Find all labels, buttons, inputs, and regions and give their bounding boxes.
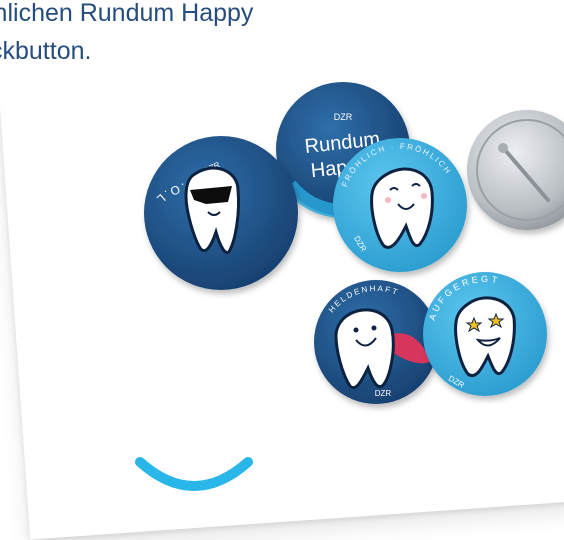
cool-button: C.O.O.L DZR — [144, 136, 298, 290]
tooth-happy-icon — [370, 167, 434, 249]
tooth-hero-icon — [334, 308, 395, 389]
rundum-brand: DZR — [334, 112, 353, 122]
aufgeregt-button: AUFGEREGT DZR — [423, 272, 547, 396]
button-collection: DZR Rundum Happy! C.O.O.L DZR FRÖHLICH ·… — [135, 82, 564, 491]
tooth-excited-icon — [454, 296, 516, 377]
heldenhaft-button: HELDENHAFT DZR — [314, 280, 438, 404]
smile-accent-icon — [135, 457, 253, 491]
heldenhaft-brand: DZR — [375, 389, 392, 398]
froehlich-button: FRÖHLICH · FRÖHLICH DZR — [333, 138, 467, 272]
pin-back-button — [467, 110, 564, 230]
